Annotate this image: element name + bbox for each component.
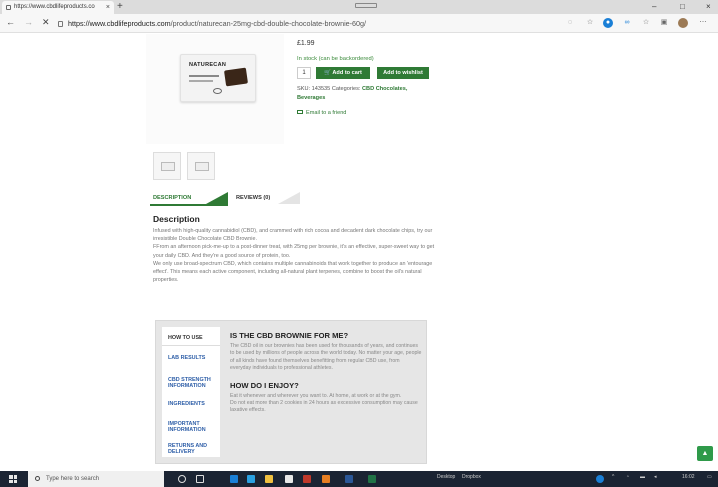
envelope-icon [297,110,303,114]
dropbox-toolbar-label[interactable]: Dropbox [462,474,481,480]
restore-button[interactable]: □ [680,0,685,14]
new-tab-button[interactable]: + [117,0,123,13]
taskbar-search-placeholder: Type here to search [46,476,100,482]
info-paragraph: The CBD oil in our brownies has been use… [230,343,422,372]
browser-titlebar: https://www.cbdlifeproducts.co × + – □ × [0,0,718,14]
info-sidebar: HOW TO USE LAB RESULTS CBD STRENGTH INFO… [162,327,220,457]
browser-tab[interactable]: https://www.cbdlifeproducts.co × [2,1,114,14]
url-domain: https://www.cbdlifeproducts.com [68,19,171,28]
category-link[interactable]: Beverages [297,95,325,101]
product-meta: SKU: 143535 Categories: CBD Chocolates, … [297,85,447,103]
info-tab-ingredients[interactable]: INGREDIENTS [168,401,218,407]
excel-icon[interactable] [368,475,376,483]
info-box: HOW TO USE LAB RESULTS CBD STRENGTH INFO… [155,320,427,464]
email-friend-label: Email to a friend [306,110,347,116]
favorites-icon[interactable]: ☆ [641,18,651,28]
stock-status: In stock (can be backordered) [297,56,374,62]
forward-button[interactable]: → [24,17,33,27]
reader-icon[interactable]: ◌ [565,18,575,28]
url-path: /product/naturecan-25mg-cbd-double-choco… [170,19,367,28]
network-icon[interactable]: ◔ [626,474,629,480]
email-friend-link[interactable]: Email to a friend [297,110,346,116]
categories-label: Categories: [331,86,361,92]
info-tab-returns[interactable]: RETURNS AND DELIVERY [168,443,218,455]
tab-title: https://www.cbdlifeproducts.co [14,4,95,10]
info-heading: IS THE CBD BROWNIE FOR ME? [230,331,349,340]
volume-icon[interactable]: ◂ [654,474,657,480]
add-to-wishlist-button[interactable]: Add to wishlist [377,67,429,79]
product-tabs: DESCRIPTION REVIEWS (0) [150,192,450,206]
extension2-icon[interactable]: ∞ [622,18,632,28]
taskbar-search[interactable]: Type here to search [28,471,164,487]
description-heading: Description [153,214,200,224]
info-content: IS THE CBD BROWNIE FOR ME? The CBD oil i… [230,327,422,415]
lock-icon [58,21,63,27]
browser-navbar: ← → ✕ https://www.cbdlifeproducts.com/pr… [0,14,718,33]
category-link[interactable]: CBD Chocolates, [362,86,407,92]
add-to-cart-button[interactable]: 🛒 Add to cart [316,67,370,79]
sku: SKU: 143535 [297,86,331,92]
add-to-cart-label: Add to cart [332,70,362,76]
product-brand: NATURECAN [189,62,227,68]
clock[interactable]: 16:02 [682,474,695,480]
collections-icon[interactable]: ▣ [659,18,669,28]
tray-arrow-icon[interactable]: ^ [612,474,614,480]
edge-icon[interactable] [230,475,238,483]
product-package: NATURECAN [180,54,256,102]
product-price: £1.99 [297,40,315,47]
tab-description[interactable]: DESCRIPTION [150,192,228,206]
info-tab-how-to-use[interactable]: HOW TO USE [168,335,218,341]
word-icon[interactable] [345,475,353,483]
windows-taskbar: Type here to search Desktop Dropbox ^ ◔ … [0,471,718,487]
tab-close-icon[interactable]: × [106,1,110,14]
info-tab-lab-results[interactable]: LAB RESULTS [168,355,218,361]
notifications-icon[interactable]: ▭ [707,474,712,480]
description-paragraph: FFrom an afternoon pick-me-up to a post-… [153,244,435,259]
windows-start-icon[interactable] [9,475,17,483]
package-badge [213,88,222,94]
app-icon[interactable] [247,475,255,483]
scroll-to-top-button[interactable]: ▲ [697,446,713,461]
brownie-graphic [223,67,249,87]
tray-icon[interactable] [596,475,604,483]
description-paragraph: We only use broad-spectrum CBD, which co… [153,260,433,284]
cortana-icon[interactable] [178,475,186,483]
tab-reviews[interactable]: REVIEWS (0) [232,192,310,206]
favorite-star-icon[interactable]: ☆ [585,18,595,28]
info-tab-important[interactable]: IMPORTANT INFORMATION [168,421,218,433]
description-paragraph: Infused with high-quality cannabidiol (C… [153,228,433,243]
info-paragraph: Eat it whenever and wherever you want to… [230,392,402,399]
quantity-input[interactable]: 1 [297,67,311,79]
stop-button[interactable]: ✕ [42,17,50,28]
info-heading: HOW DO I ENJOY? [230,380,299,390]
desktop-toolbar-label[interactable]: Desktop [437,474,455,480]
search-icon [35,476,40,481]
description-text: Infused with high-quality cannabidiol (C… [153,227,443,284]
page-content: NATURECAN £1.99 In stock (can be backord… [0,34,718,471]
close-window-button[interactable]: × [706,0,711,14]
battery-icon[interactable]: ▬ [640,474,645,480]
app-icon[interactable] [322,475,330,483]
info-paragraph: Do not eat more than 2 cookies in 24 hou… [230,400,418,414]
profile-avatar[interactable] [678,18,688,28]
extension-icon[interactable]: ● [603,18,613,28]
minimize-button[interactable]: – [652,0,656,14]
site-favicon-icon [6,5,11,10]
address-bar[interactable]: https://www.cbdlifeproducts.com/product/… [58,17,548,30]
product-thumbnail[interactable] [187,152,215,180]
file-explorer-icon[interactable] [265,475,273,483]
product-image[interactable]: NATURECAN [146,34,284,144]
product-thumbnail[interactable] [153,152,181,180]
info-tab-cbd-strength[interactable]: CBD STRENGTH INFORMATION [168,377,218,389]
task-view-icon[interactable] [196,475,204,483]
more-menu-icon[interactable]: ⋯ [698,18,708,28]
back-button[interactable]: ← [6,17,15,27]
store-icon[interactable] [285,475,293,483]
window-drag-handle[interactable] [355,3,377,8]
app-icon[interactable] [303,475,311,483]
